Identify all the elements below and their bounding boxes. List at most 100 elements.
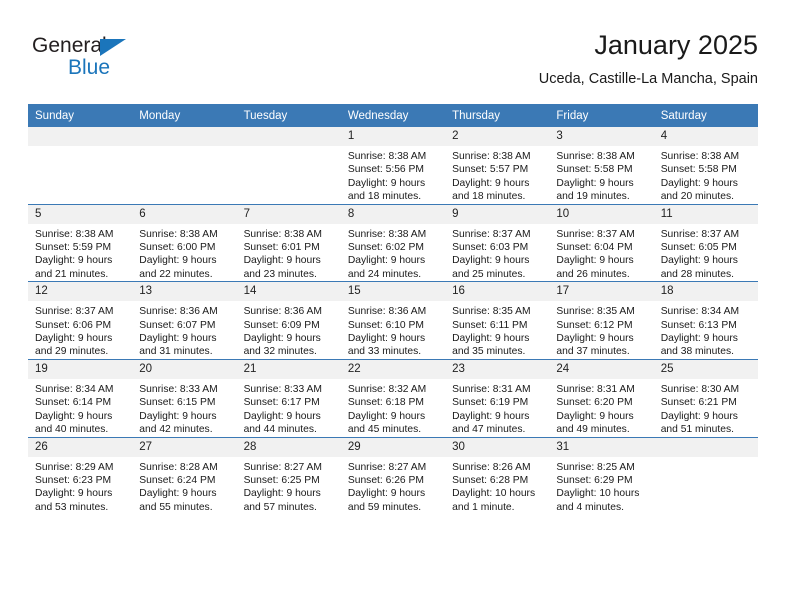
day-info-line: Sunrise: 8:29 AM [35, 461, 114, 473]
day-info-line: and 57 minutes. [243, 501, 317, 513]
day-info-line: and 47 minutes. [452, 424, 526, 436]
page-subtitle: Uceda, Castille-La Mancha, Spain [538, 71, 758, 87]
day-sun-info: Sunrise: 8:35 AM Sunset: 6:12 PM Daylight:… [549, 301, 653, 359]
calendar-day-cell[interactable]: 5 Sunrise: 8:38 AM Sunset: 5:59 PM Daylight… [28, 203, 133, 282]
calendar-day-cell[interactable]: 23 Sunrise: 8:31 AM Sunset: 6:19 PM Dayligh… [445, 358, 550, 437]
day-info-line: and 45 minutes. [347, 424, 422, 436]
day-number: 23 [445, 359, 550, 379]
day-info-line: Daylight: 9 hours [347, 177, 426, 189]
calendar-day-cell[interactable]: 24 Sunrise: 8:31 AM Sunset: 6:20 PM Dayligh… [549, 358, 654, 437]
day-info-line: Sunrise: 8:36 AM [243, 306, 322, 318]
day-info-line: and 40 minutes. [35, 424, 109, 436]
weekday-header-tuesday: Tuesday [236, 104, 341, 127]
day-info-line: Sunset: 5:58 PM [556, 164, 633, 176]
day-info-line: and 55 minutes. [139, 501, 213, 513]
day-info-line: Sunrise: 8:38 AM [347, 228, 427, 240]
day-info-line: Sunset: 6:01 PM [243, 242, 320, 254]
day-info-line: Sunrise: 8:37 AM [452, 228, 531, 240]
logo-text-general: General [32, 34, 107, 57]
calendar-day-cell[interactable]: 29 Sunrise: 8:27 AM Sunset: 6:26 PM Dayligh… [340, 436, 446, 515]
day-info-line: Daylight: 9 hours [556, 177, 634, 189]
day-info-line: Sunset: 6:00 PM [139, 242, 216, 254]
day-info-line: Daylight: 9 hours [452, 177, 530, 189]
day-info-line: Sunset: 6:04 PM [556, 242, 633, 254]
day-sun-info: Sunrise: 8:31 AM Sunset: 6:20 PM Daylight:… [549, 379, 653, 437]
day-sun-info: Sunrise: 8:33 AM Sunset: 6:15 PM Daylight:… [132, 379, 236, 437]
calendar-day-cell[interactable]: 28 Sunrise: 8:27 AM Sunset: 6:25 PM Dayligh… [236, 436, 341, 515]
day-info-line: Sunset: 6:12 PM [556, 319, 633, 331]
calendar-day-cell[interactable]: 8 Sunrise: 8:38 AM Sunset: 6:02 PM Daylight… [340, 203, 446, 282]
day-info-line: and 19 minutes. [556, 191, 630, 203]
calendar-day-cell[interactable]: 11 Sunrise: 8:37 AM Sunset: 6:05 PM Dayligh… [653, 203, 758, 282]
day-sun-info: Sunrise: 8:38 AM Sunset: 5:59 PM Daylight:… [28, 224, 132, 282]
day-info-line: and 37 minutes. [556, 346, 630, 358]
day-info-line: Sunrise: 8:34 AM [660, 306, 740, 318]
day-sun-info: Sunrise: 8:37 AM Sunset: 6:03 PM Daylight:… [445, 224, 549, 282]
day-info-line: Sunset: 6:19 PM [452, 397, 529, 409]
day-sun-info: Sunrise: 8:37 AM Sunset: 6:04 PM Daylight:… [549, 224, 653, 282]
calendar-day-cell[interactable]: 9 Sunrise: 8:37 AM Sunset: 6:03 PM Daylight… [445, 203, 550, 282]
day-sun-info: Sunrise: 8:37 AM Sunset: 6:05 PM Daylight:… [654, 224, 758, 282]
day-info-line: Daylight: 9 hours [139, 488, 217, 500]
day-info-line: Sunrise: 8:31 AM [452, 383, 531, 395]
calendar-day-cell[interactable]: 19 Sunrise: 8:34 AM Sunset: 6:14 PM Dayligh… [28, 358, 133, 437]
calendar-day-cell[interactable]: 7 Sunrise: 8:38 AM Sunset: 6:01 PM Daylight… [236, 203, 341, 282]
calendar-table: Sunday Monday Tuesday Wednesday Thursday Frid… [28, 104, 758, 515]
day-info-line: and 28 minutes. [660, 268, 734, 280]
day-number: 24 [549, 359, 654, 379]
calendar-day-cell[interactable]: 21 Sunrise: 8:33 AM Sunset: 6:17 PM Dayligh… [236, 358, 341, 437]
calendar-day-cell[interactable]: 15 Sunrise: 8:36 AM Sunset: 6:10 PM Dayligh… [340, 281, 446, 360]
calendar-day-cell[interactable]: 14 Sunrise: 8:36 AM Sunset: 6:09 PM Dayligh… [236, 281, 341, 360]
day-info-line: Sunrise: 8:38 AM [660, 151, 740, 162]
day-number [653, 437, 758, 457]
calendar-day-cell[interactable]: 1 Sunrise: 8:38 AM Sunset: 5:56 PM Daylight… [340, 127, 446, 205]
day-number: 25 [653, 359, 758, 379]
day-sun-info: Sunrise: 8:29 AM Sunset: 6:23 PM Daylight:… [28, 457, 132, 515]
day-sun-info [237, 146, 341, 150]
calendar-day-cell[interactable]: 22 Sunrise: 8:32 AM Sunset: 6:18 PM Dayligh… [340, 358, 446, 437]
calendar-day-cell[interactable]: 13 Sunrise: 8:36 AM Sunset: 6:07 PM Dayligh… [132, 281, 237, 360]
calendar-day-cell[interactable]: 10 Sunrise: 8:37 AM Sunset: 6:04 PM Dayligh… [549, 203, 654, 282]
day-info-line: and 49 minutes. [556, 424, 630, 436]
day-info-line: Daylight: 9 hours [556, 255, 634, 267]
calendar-head: Sunday Monday Tuesday Wednesday Thursday Frid… [28, 104, 758, 127]
day-info-line: and 32 minutes. [243, 346, 317, 358]
day-info-line: Daylight: 10 hours [556, 488, 640, 500]
day-number: 1 [340, 127, 446, 146]
day-info-line: Sunrise: 8:27 AM [243, 461, 322, 473]
calendar-day-cell[interactable]: 25 Sunrise: 8:30 AM Sunset: 6:21 PM Dayligh… [653, 358, 758, 437]
calendar-day-cell[interactable]: 16 Sunrise: 8:35 AM Sunset: 6:11 PM Dayligh… [445, 281, 550, 360]
weekday-header-sunday: Sunday [28, 104, 133, 127]
calendar-day-cell[interactable]: 17 Sunrise: 8:35 AM Sunset: 6:12 PM Dayligh… [549, 281, 654, 360]
day-info-line: Sunset: 6:28 PM [452, 474, 529, 486]
calendar-day-cell[interactable]: 4 Sunrise: 8:38 AM Sunset: 5:58 PM Daylight… [653, 127, 758, 205]
day-sun-info [28, 146, 132, 150]
day-info-line: Sunrise: 8:27 AM [347, 461, 427, 473]
day-number: 21 [236, 359, 341, 379]
day-number: 6 [132, 204, 237, 224]
day-sun-info: Sunrise: 8:38 AM Sunset: 5:56 PM Daylight:… [341, 146, 445, 204]
calendar-day-cell[interactable]: 2 Sunrise: 8:38 AM Sunset: 5:57 PM Daylight… [445, 127, 550, 205]
calendar-day-cell[interactable]: 26 Sunrise: 8:29 AM Sunset: 6:23 PM Dayligh… [28, 436, 133, 515]
day-info-line: Sunrise: 8:36 AM [347, 306, 427, 318]
day-info-line: Daylight: 9 hours [347, 333, 426, 345]
calendar-day-cell[interactable]: 3 Sunrise: 8:38 AM Sunset: 5:58 PM Daylight… [549, 127, 654, 205]
day-info-line: Sunrise: 8:37 AM [35, 306, 114, 318]
calendar-day-cell[interactable]: 18 Sunrise: 8:34 AM Sunset: 6:13 PM Dayligh… [653, 281, 758, 360]
calendar-week-row: 26 Sunrise: 8:29 AM Sunset: 6:23 PM Dayligh… [28, 436, 758, 515]
day-info-line: Sunset: 6:17 PM [243, 397, 320, 409]
day-info-line: Sunrise: 8:37 AM [556, 228, 635, 240]
calendar-day-cell[interactable]: 12 Sunrise: 8:37 AM Sunset: 6:06 PM Dayligh… [28, 281, 133, 360]
calendar-day-cell[interactable]: 30 Sunrise: 8:26 AM Sunset: 6:28 PM Dayligh… [445, 436, 550, 515]
day-info-line: and 31 minutes. [139, 346, 213, 358]
calendar-day-cell[interactable]: 27 Sunrise: 8:28 AM Sunset: 6:24 PM Dayligh… [132, 436, 237, 515]
day-sun-info [132, 146, 236, 150]
calendar-day-cell[interactable]: 20 Sunrise: 8:33 AM Sunset: 6:15 PM Dayligh… [132, 358, 237, 437]
calendar-day-cell[interactable]: 6 Sunrise: 8:38 AM Sunset: 6:00 PM Daylight… [132, 203, 237, 282]
day-number [132, 127, 237, 146]
calendar-day-cell[interactable]: 31 Sunrise: 8:25 AM Sunset: 6:29 PM Dayligh… [549, 436, 654, 515]
day-info-line: and 38 minutes. [660, 346, 734, 358]
day-info-line: Sunrise: 8:28 AM [139, 461, 218, 473]
day-info-line: Daylight: 9 hours [35, 488, 113, 500]
day-info-line: Sunrise: 8:25 AM [556, 461, 635, 473]
